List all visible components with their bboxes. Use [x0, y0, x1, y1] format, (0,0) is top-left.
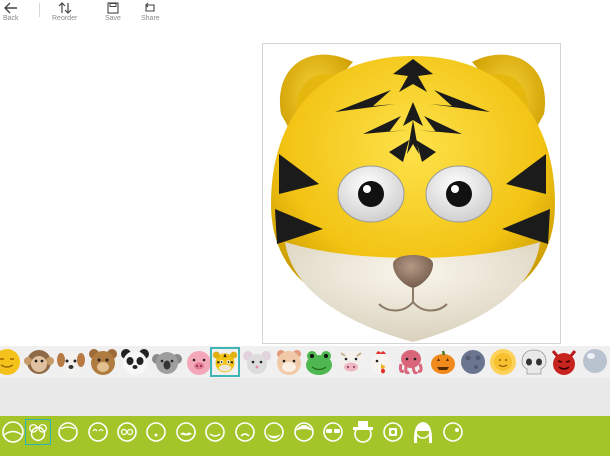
feature-mustache[interactable] [173, 419, 199, 445]
emoji-pumpkin[interactable] [428, 347, 458, 377]
feature-sunglasses[interactable] [320, 419, 346, 445]
emoji-koala[interactable] [152, 347, 182, 377]
emoji-sun-face[interactable] [0, 347, 22, 377]
badge-face-icon [383, 422, 403, 442]
nose-face-icon [235, 422, 255, 442]
reorder-label: Reorder [52, 15, 78, 22]
emoji-dog[interactable] [56, 347, 86, 377]
glasses-face-icon [117, 422, 137, 442]
sun-face-icon [0, 349, 20, 375]
tiger-face-icon [271, 54, 555, 342]
hamster-icon [277, 350, 301, 375]
cow-icon [340, 351, 362, 373]
back-arrow-icon [3, 2, 17, 14]
emoji-devil[interactable] [549, 347, 579, 377]
emoji-octopus[interactable] [396, 347, 426, 377]
beard-face-icon [264, 422, 284, 442]
emoji-hamster[interactable] [274, 347, 304, 377]
feature-badge[interactable] [380, 419, 406, 445]
sun-with-face-icon [490, 349, 516, 375]
rooster-icon [371, 351, 391, 374]
face-shape-icon [2, 421, 24, 443]
feature-hat[interactable] [350, 419, 376, 445]
tiger-icon [212, 351, 238, 373]
bear-icon [89, 349, 117, 375]
smile-face-icon [205, 422, 225, 442]
save-disk-icon [107, 2, 119, 14]
toolbar: Back Reorder Save Share [0, 0, 610, 30]
monkey-icon [24, 350, 54, 374]
feature-mouth[interactable] [143, 419, 169, 445]
emoji-picker-strip [0, 346, 610, 378]
ears-face-icon [29, 423, 47, 442]
mustache-face-icon [176, 422, 196, 442]
feature-eyes[interactable] [85, 419, 111, 445]
octopus-icon [398, 350, 423, 375]
emoji-rooster[interactable] [366, 347, 396, 377]
pumpkin-icon [431, 350, 455, 374]
dog-icon [57, 352, 85, 374]
back-label: Back [3, 15, 19, 22]
panda-icon [121, 349, 149, 375]
frog-icon [306, 351, 332, 375]
feature-side-face[interactable] [440, 419, 466, 445]
hat-face-icon [353, 421, 373, 443]
feature-smile[interactable] [202, 419, 228, 445]
share-icon [145, 2, 155, 12]
feature-ears[interactable] [25, 419, 51, 445]
share-label: Share [141, 15, 160, 22]
back-button[interactable]: Back [3, 2, 19, 22]
emoji-tiger[interactable] [210, 347, 240, 377]
toolbar-divider [39, 3, 40, 17]
save-label: Save [105, 15, 121, 22]
koala-icon [152, 352, 182, 374]
emoji-cow[interactable] [336, 347, 366, 377]
emoji-crystal-ball[interactable] [580, 347, 610, 377]
save-button[interactable]: Save [105, 2, 121, 22]
devil-icon [551, 350, 577, 375]
emoji-skull[interactable] [519, 347, 549, 377]
emoji-canvas[interactable] [262, 43, 561, 344]
emoji-frog[interactable] [304, 347, 334, 377]
emoji-sun-with-face[interactable] [488, 347, 518, 377]
feature-glasses[interactable] [114, 419, 140, 445]
hair-face-icon [294, 422, 314, 442]
feature-toolbar [0, 416, 610, 456]
reorder-button[interactable]: Reorder [52, 2, 77, 22]
share-button[interactable]: Share [141, 2, 160, 22]
feature-nose[interactable] [232, 419, 258, 445]
side-face-icon [443, 422, 463, 442]
reorder-icon [58, 2, 72, 14]
eyes-face-icon [88, 422, 108, 442]
face-outline-icon [58, 422, 78, 442]
long-hair-face-icon [413, 422, 433, 443]
emoji-monkey[interactable] [24, 347, 54, 377]
feature-beard[interactable] [261, 419, 287, 445]
skull-icon [521, 349, 547, 375]
feature-face-shape[interactable] [0, 419, 26, 445]
empty-palette-area [0, 378, 610, 416]
emoji-bear[interactable] [88, 347, 118, 377]
crystal-ball-icon [583, 349, 607, 373]
emoji-new-moon-face[interactable] [458, 347, 488, 377]
mouse-icon [243, 351, 271, 374]
emoji-mouse[interactable] [242, 347, 272, 377]
feature-face-outline[interactable] [55, 419, 81, 445]
feature-hair[interactable] [291, 419, 317, 445]
sunglasses-face-icon [323, 422, 343, 442]
emoji-panda[interactable] [120, 347, 150, 377]
mouth-face-icon [146, 422, 166, 442]
new-moon-face-icon [461, 350, 485, 374]
feature-long-hair[interactable] [410, 419, 436, 445]
